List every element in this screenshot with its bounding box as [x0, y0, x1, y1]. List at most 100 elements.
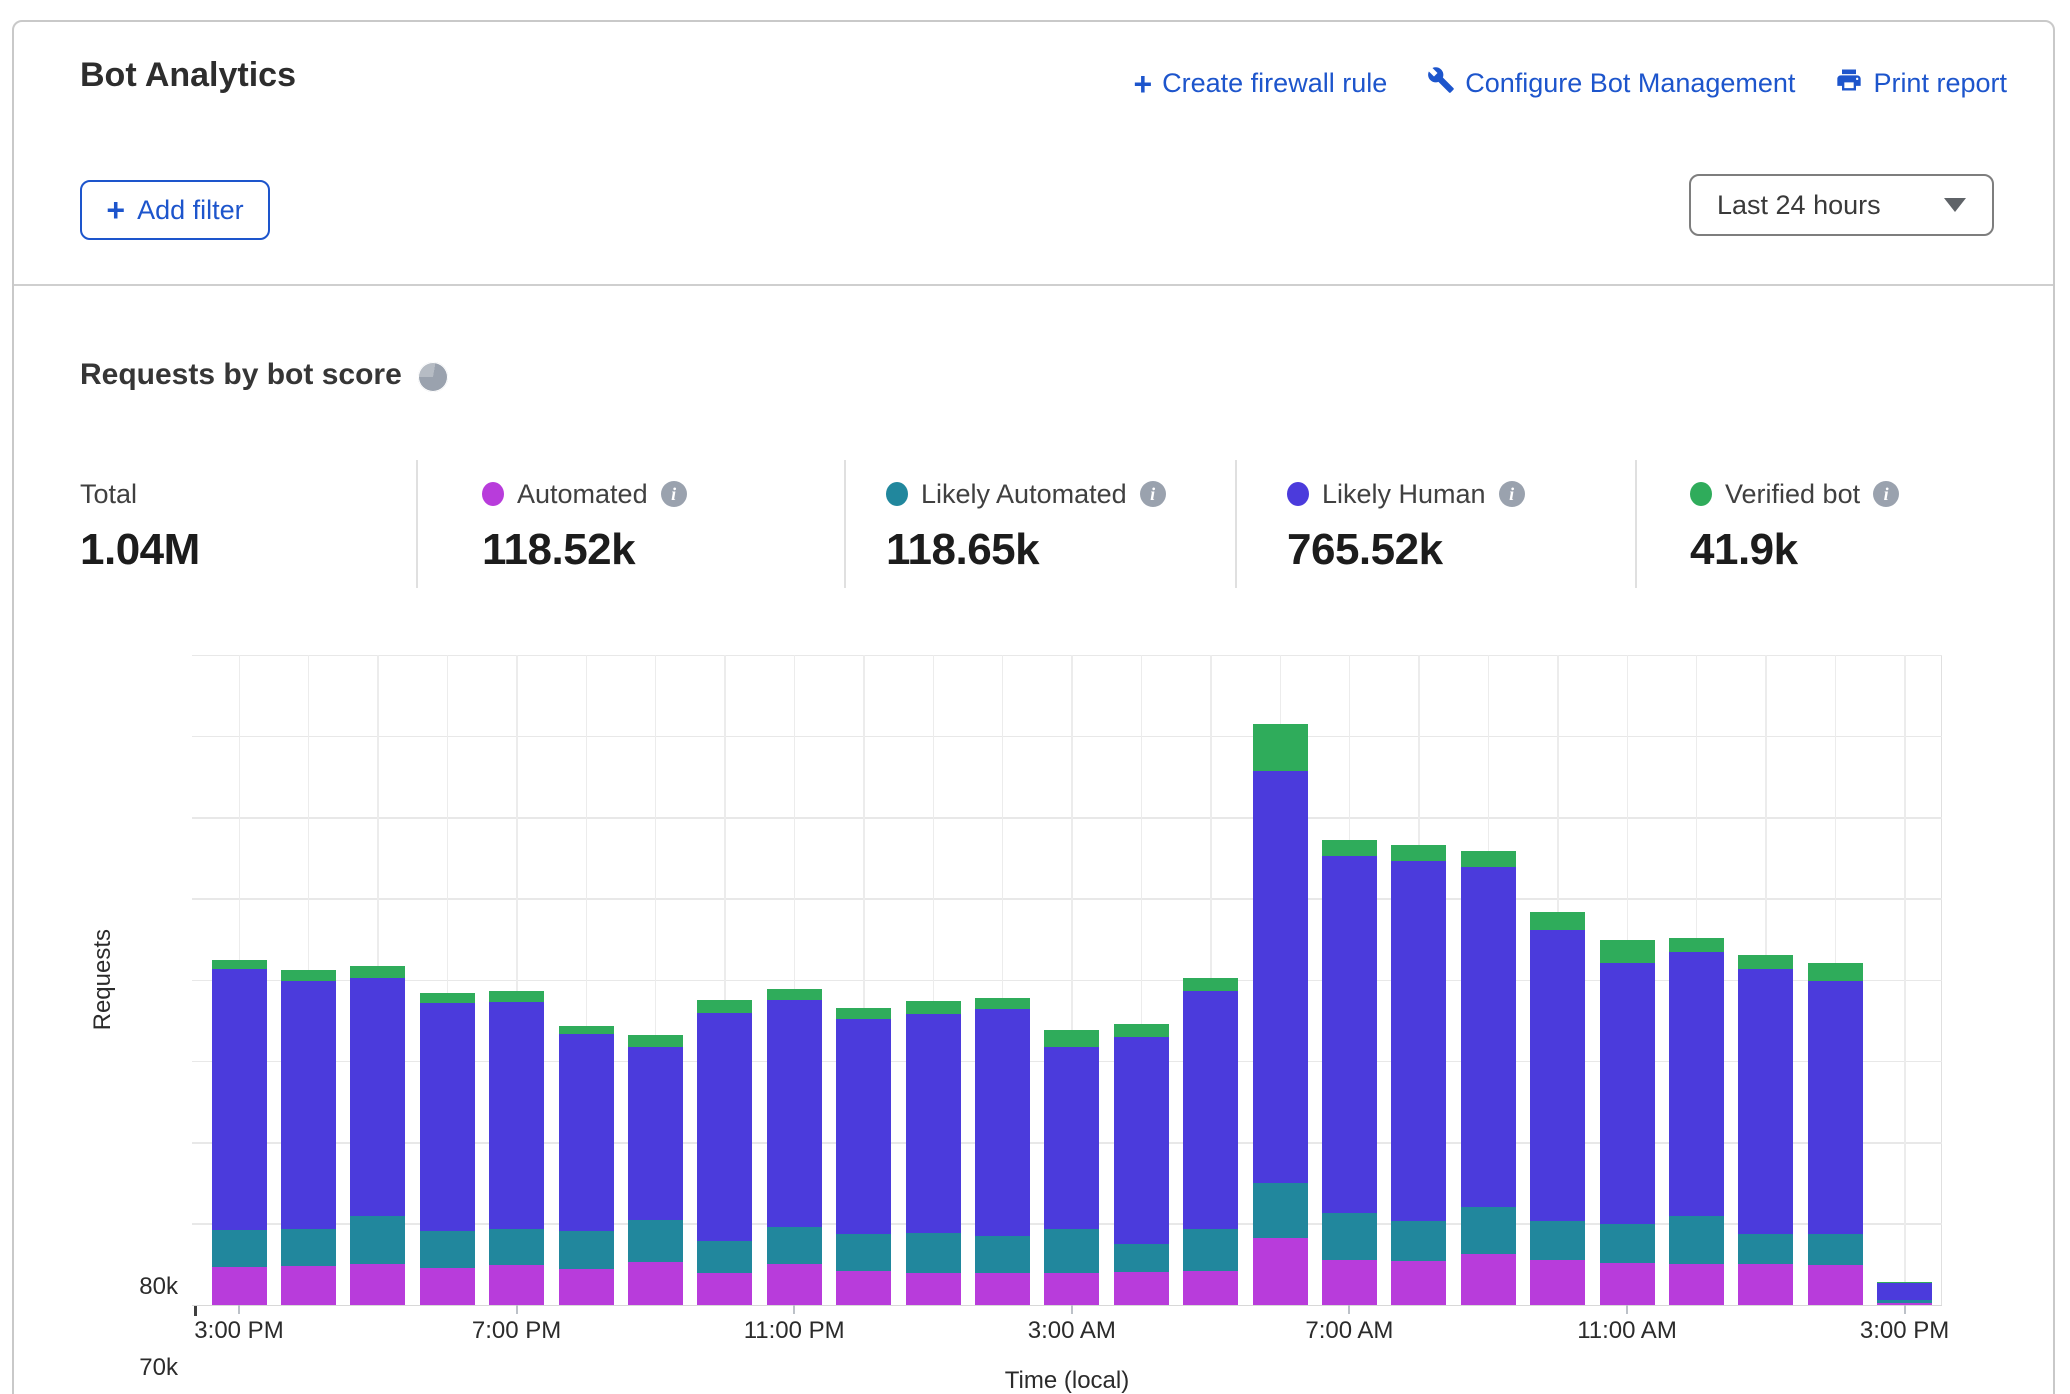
bar-segment-verified-bot[interactable] [350, 966, 405, 978]
bar-segment-likely-automated[interactable] [1530, 1221, 1585, 1259]
bar-3-00-pm[interactable] [1877, 655, 1932, 1305]
bar-segment-verified-bot[interactable] [1183, 978, 1238, 990]
bar-segment-likely-human[interactable] [1253, 771, 1308, 1183]
bar-segment-likely-human[interactable] [350, 978, 405, 1216]
bar-segment-automated[interactable] [906, 1273, 961, 1306]
bar-segment-likely-automated[interactable] [697, 1241, 752, 1274]
bar-segment-verified-bot[interactable] [1044, 1030, 1099, 1046]
bar-3-00-am[interactable] [1044, 655, 1099, 1305]
bar-segment-likely-automated[interactable] [1808, 1234, 1863, 1265]
bar-segment-likely-human[interactable] [212, 969, 267, 1230]
bar-segment-verified-bot[interactable] [1669, 938, 1724, 953]
bar-1-00-am[interactable] [906, 655, 961, 1305]
configure-bot-management-link[interactable]: Configure Bot Management [1427, 66, 1795, 101]
bar-segment-likely-automated[interactable] [1322, 1213, 1377, 1259]
bar-segment-likely-human[interactable] [559, 1034, 614, 1231]
bar-segment-likely-human[interactable] [1877, 1283, 1932, 1300]
bar-segment-likely-human[interactable] [1738, 969, 1793, 1233]
bar-segment-verified-bot[interactable] [767, 989, 822, 1000]
bar-segment-likely-human[interactable] [1391, 861, 1446, 1221]
bar-segment-likely-human[interactable] [697, 1013, 752, 1241]
bar-segment-verified-bot[interactable] [489, 991, 544, 1002]
bar-12-00-am[interactable] [836, 655, 891, 1305]
bar-4-00-pm[interactable] [281, 655, 336, 1305]
bar-segment-likely-human[interactable] [1183, 991, 1238, 1230]
info-icon[interactable]: i [661, 481, 687, 507]
bar-segment-likely-automated[interactable] [281, 1229, 336, 1266]
bar-12-00-pm[interactable] [1669, 655, 1724, 1305]
bar-segment-verified-bot[interactable] [1738, 955, 1793, 970]
bar-segment-automated[interactable] [1322, 1260, 1377, 1306]
bar-segment-verified-bot[interactable] [1877, 1282, 1932, 1283]
bar-8-00-pm[interactable] [559, 655, 614, 1305]
bar-8-00-am[interactable] [1391, 655, 1446, 1305]
bar-segment-likely-human[interactable] [1600, 963, 1655, 1224]
bar-segment-automated[interactable] [1669, 1264, 1724, 1305]
bar-segment-likely-automated[interactable] [489, 1229, 544, 1266]
bar-2-00-pm[interactable] [1808, 655, 1863, 1305]
bar-segment-likely-automated[interactable] [1183, 1229, 1238, 1270]
bar-segment-automated[interactable] [350, 1264, 405, 1305]
bar-10-00-am[interactable] [1530, 655, 1585, 1305]
bar-segment-automated[interactable] [1391, 1261, 1446, 1305]
bar-segment-likely-automated[interactable] [1600, 1224, 1655, 1263]
bar-segment-likely-automated[interactable] [420, 1231, 475, 1268]
bar-segment-likely-automated[interactable] [212, 1230, 267, 1267]
bar-segment-likely-automated[interactable] [1391, 1221, 1446, 1262]
bar-segment-likely-automated[interactable] [1669, 1216, 1724, 1264]
bar-segment-automated[interactable] [975, 1273, 1030, 1306]
bar-segment-automated[interactable] [1253, 1238, 1308, 1305]
info-icon[interactable]: i [1499, 481, 1525, 507]
bar-segment-automated[interactable] [628, 1262, 683, 1305]
bar-segment-likely-human[interactable] [1461, 867, 1516, 1207]
bar-segment-likely-human[interactable] [1808, 981, 1863, 1235]
bar-segment-automated[interactable] [836, 1271, 891, 1305]
bar-segment-likely-automated[interactable] [836, 1234, 891, 1271]
bar-segment-verified-bot[interactable] [420, 993, 475, 1003]
bar-segment-automated[interactable] [1600, 1263, 1655, 1305]
bar-segment-verified-bot[interactable] [1461, 851, 1516, 867]
bar-segment-likely-human[interactable] [489, 1002, 544, 1229]
bar-segment-verified-bot[interactable] [1322, 840, 1377, 855]
bar-5-00-pm[interactable] [350, 655, 405, 1305]
bar-segment-likely-automated[interactable] [1877, 1300, 1932, 1302]
info-icon[interactable]: i [1873, 481, 1899, 507]
bar-segment-verified-bot[interactable] [1114, 1024, 1169, 1037]
bar-segment-automated[interactable] [281, 1266, 336, 1305]
bar-segment-likely-human[interactable] [767, 1000, 822, 1228]
bar-segment-automated[interactable] [1183, 1271, 1238, 1305]
time-range-select[interactable]: Last 24 hours [1689, 174, 1994, 236]
bar-segment-automated[interactable] [489, 1265, 544, 1305]
bar-segment-verified-bot[interactable] [1530, 912, 1585, 930]
bar-segment-automated[interactable] [1530, 1260, 1585, 1306]
bar-segment-automated[interactable] [559, 1269, 614, 1305]
bar-7-00-am[interactable] [1322, 655, 1377, 1305]
bar-5-00-am[interactable] [1183, 655, 1238, 1305]
bar-2-00-am[interactable] [975, 655, 1030, 1305]
bar-segment-likely-automated[interactable] [975, 1236, 1030, 1273]
bar-segment-likely-automated[interactable] [1738, 1234, 1793, 1264]
bar-segment-verified-bot[interactable] [1600, 940, 1655, 963]
bar-segment-automated[interactable] [767, 1264, 822, 1305]
bar-segment-automated[interactable] [420, 1268, 475, 1305]
bar-segment-automated[interactable] [1461, 1254, 1516, 1305]
bar-3-00-pm[interactable] [212, 655, 267, 1305]
create-firewall-rule-link[interactable]: + Create firewall rule [1133, 68, 1387, 100]
bar-segment-verified-bot[interactable] [212, 960, 267, 970]
bar-segment-likely-automated[interactable] [1114, 1244, 1169, 1272]
bar-6-00-am[interactable] [1253, 655, 1308, 1305]
bar-9-00-am[interactable] [1461, 655, 1516, 1305]
bar-segment-likely-human[interactable] [975, 1009, 1030, 1236]
bar-segment-likely-human[interactable] [1114, 1037, 1169, 1244]
bar-10-00-pm[interactable] [697, 655, 752, 1305]
bar-segment-automated[interactable] [212, 1267, 267, 1305]
bar-6-00-pm[interactable] [420, 655, 475, 1305]
print-report-link[interactable]: Print report [1835, 66, 2007, 101]
bar-segment-verified-bot[interactable] [697, 1000, 752, 1013]
bar-segment-verified-bot[interactable] [975, 998, 1030, 1009]
bar-segment-automated[interactable] [1808, 1265, 1863, 1305]
bar-segment-likely-automated[interactable] [906, 1233, 961, 1273]
bar-segment-likely-automated[interactable] [559, 1231, 614, 1269]
bar-segment-verified-bot[interactable] [281, 970, 336, 981]
bar-segment-likely-human[interactable] [1044, 1047, 1099, 1230]
